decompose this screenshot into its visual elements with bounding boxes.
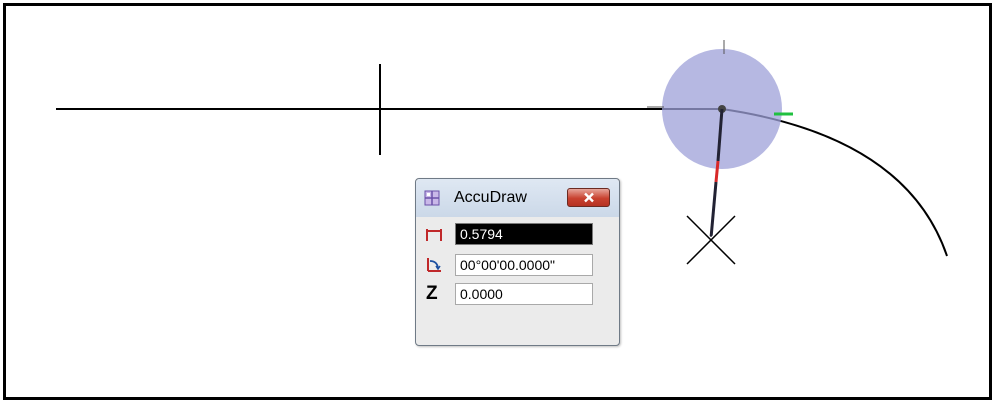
close-button[interactable] — [567, 188, 610, 207]
accudraw-dialog[interactable]: AccuDraw 0.5794 00°00'00.0000" Z 0.0000 — [415, 178, 620, 346]
accudraw-titlebar[interactable]: AccuDraw — [416, 179, 619, 217]
dynamic-line-red-segment — [714, 160, 720, 183]
distance-field[interactable]: 0.5794 — [455, 223, 593, 245]
z-label: Z — [426, 283, 438, 304]
dialog-title: AccuDraw — [454, 189, 527, 206]
angle-icon — [427, 258, 441, 272]
angle-field[interactable]: 00°00'00.0000" — [455, 254, 593, 276]
distance-icon — [426, 229, 442, 241]
close-icon — [583, 192, 594, 203]
z-field[interactable]: 0.0000 — [455, 283, 593, 305]
accudraw-icon — [424, 190, 440, 206]
dynamic-line-tail — [709, 181, 718, 239]
